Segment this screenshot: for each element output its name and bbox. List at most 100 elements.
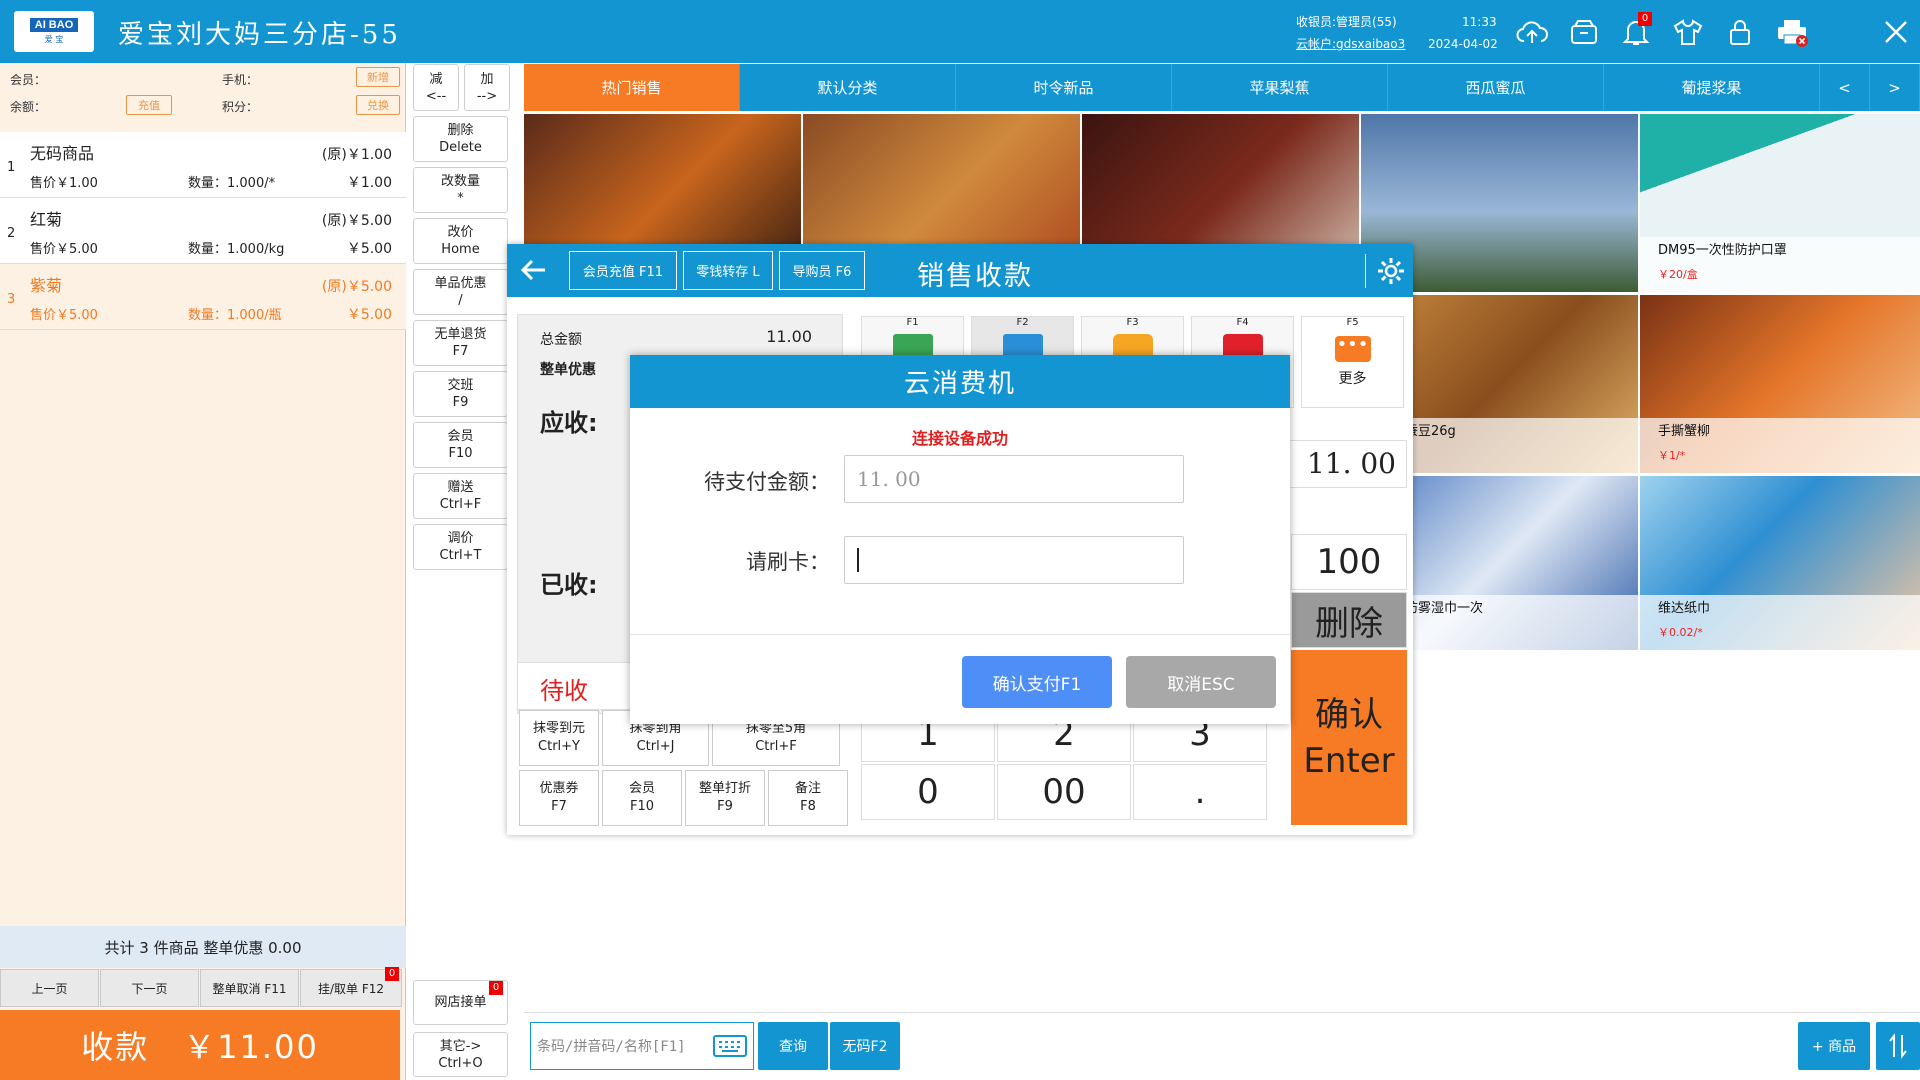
new-member-button[interactable]: 新增 bbox=[356, 67, 400, 87]
add-goods-button[interactable]: + 商品 bbox=[1798, 1022, 1870, 1070]
change-deposit-button[interactable]: 零钱转存 L bbox=[683, 251, 773, 290]
exchange-button[interactable]: 兑换 bbox=[356, 95, 400, 115]
discount-label: 整单优惠 bbox=[540, 362, 596, 378]
item-discount-button[interactable]: 单品优惠 / bbox=[413, 269, 508, 315]
cart-summary: 共计 3 件商品 整单优惠 0.00 bbox=[0, 926, 406, 968]
balance-label: 余额： bbox=[10, 100, 47, 114]
cart-row[interactable]: 2 红菊 (原)￥5.00 售价￥5.00 数量：1.000/kg ￥5.00 bbox=[0, 198, 406, 264]
tab-apple-pear[interactable]: 苹果梨蕉 bbox=[1172, 64, 1388, 111]
tab-prev-icon[interactable]: < bbox=[1820, 64, 1870, 111]
recharge-button[interactable]: 充值 bbox=[126, 95, 172, 115]
decrease-button[interactable]: 减 <-- bbox=[413, 64, 459, 111]
online-orders-button[interactable]: 网店接单 0 bbox=[413, 980, 508, 1025]
connection-status: 连接设备成功 bbox=[911, 429, 1008, 448]
card-input[interactable] bbox=[844, 536, 1184, 584]
no-code-button[interactable]: 无码F2 bbox=[830, 1022, 900, 1070]
sale-member-button[interactable]: 会员 F10 bbox=[602, 770, 682, 826]
gift-button[interactable]: 赠送 Ctrl+F bbox=[413, 473, 508, 519]
pay-more-tile[interactable]: F5 ••• 更多 bbox=[1301, 316, 1404, 408]
confirm-pay-button[interactable]: 确认支付F1 bbox=[962, 656, 1112, 708]
cloud-upload-icon[interactable] bbox=[1514, 14, 1550, 50]
change-price-button[interactable]: 改价 Home bbox=[413, 218, 508, 264]
bell-icon[interactable]: 0 bbox=[1618, 12, 1654, 50]
cashier-label: 收银员:管理员(55) bbox=[1296, 15, 1397, 29]
received-label: 已收: bbox=[540, 571, 598, 599]
key-00[interactable]: 00 bbox=[997, 764, 1131, 820]
amount-due-label: 待支付金额： bbox=[704, 470, 830, 494]
store-title: 爱宝刘大妈三分店-55 bbox=[118, 20, 401, 50]
amount-due-field[interactable]: 11. 00 bbox=[844, 455, 1184, 503]
points-label: 积分： bbox=[222, 100, 259, 114]
coupon-button[interactable]: 优惠券 F7 bbox=[519, 770, 599, 826]
cloud-pay-dialog: 云消费机 连接设备成功 待支付金额： 11. 00 请刷卡： 确认支付F1 取消… bbox=[630, 355, 1290, 724]
lock-icon[interactable] bbox=[1722, 14, 1758, 50]
clock-time: 11:33 bbox=[1462, 15, 1497, 29]
back-arrow-icon[interactable] bbox=[519, 256, 547, 288]
cloud-dialog-title: 云消费机 bbox=[630, 355, 1290, 408]
cancel-esc-button[interactable]: 取消ESC bbox=[1126, 656, 1276, 708]
notification-badge: 0 bbox=[1638, 12, 1652, 26]
keyboard-icon[interactable] bbox=[713, 1035, 747, 1061]
order-discount-button[interactable]: 整单打折 F9 bbox=[685, 770, 765, 826]
aibao-logo: AI BAO 爱 宝 bbox=[14, 11, 94, 52]
tab-hot-sales[interactable]: 热门销售 bbox=[524, 64, 740, 111]
close-icon[interactable] bbox=[1878, 14, 1914, 50]
guide-button[interactable]: 导购员 F6 bbox=[779, 251, 865, 290]
round-yuan-button[interactable]: 抹零到元 Ctrl+Y bbox=[519, 710, 599, 766]
cash-drawer-icon[interactable] bbox=[1566, 14, 1602, 50]
online-count-badge: 0 bbox=[489, 981, 503, 995]
swipe-card-label: 请刷卡： bbox=[746, 550, 830, 574]
change-qty-button[interactable]: 改数量 * bbox=[413, 167, 508, 213]
total-label: 总金额 bbox=[540, 332, 582, 348]
next-page-button[interactable]: 下一页 bbox=[100, 969, 199, 1007]
tab-next-icon[interactable]: > bbox=[1870, 64, 1920, 111]
confirm-enter-button[interactable]: 确认 Enter bbox=[1291, 650, 1407, 825]
product-tile[interactable]: DM95一次性防护口罩 ￥20/盒 bbox=[1640, 114, 1920, 292]
key-dot[interactable]: . bbox=[1133, 764, 1267, 820]
delete-button[interactable]: 删除 Delete bbox=[413, 116, 508, 162]
key-100[interactable]: 100 bbox=[1291, 534, 1407, 590]
member-recharge-button[interactable]: 会员充值 F11 bbox=[569, 251, 677, 290]
tab-grapes[interactable]: 葡提浆果 bbox=[1604, 64, 1820, 111]
dialog-divider bbox=[630, 634, 1290, 635]
other-button[interactable]: 其它-> Ctrl+O bbox=[413, 1032, 508, 1077]
more-icon: ••• bbox=[1334, 336, 1371, 362]
total-value: 11.00 bbox=[766, 327, 812, 346]
hold-order-button[interactable]: 挂/取单 F12 0 bbox=[300, 967, 402, 1007]
shift-button[interactable]: 交班 F9 bbox=[413, 371, 508, 417]
cart-row[interactable]: 1 无码商品 (原)￥1.00 售价￥1.00 数量：1.000/* ￥1.00 bbox=[0, 132, 406, 198]
receivable-label: 应收: bbox=[540, 409, 598, 437]
sale-dialog-title: 销售收款 bbox=[917, 261, 1033, 292]
product-tile[interactable]: 手撕蟹柳 ￥1/* bbox=[1640, 295, 1920, 473]
adjust-price-button[interactable]: 调价 Ctrl+T bbox=[413, 524, 508, 570]
divider bbox=[524, 1012, 1920, 1013]
tab-seasonal[interactable]: 时令新品 bbox=[956, 64, 1172, 111]
printer-icon[interactable] bbox=[1774, 14, 1810, 50]
search-input[interactable]: 条码/拼音码/名称[F1] bbox=[530, 1022, 754, 1070]
key-delete[interactable]: 删除 bbox=[1291, 592, 1407, 648]
title-bar: AI BAO 爱 宝 爱宝刘大妈三分店-55 收银员:管理员(55) 云帐户:g… bbox=[0, 0, 1920, 63]
sort-icon[interactable] bbox=[1876, 1022, 1920, 1070]
cart-row-selected[interactable]: 3 紫菊 (原)￥5.00 售价￥5.00 数量：1.000/瓶 ￥5.00 bbox=[0, 264, 406, 330]
member-button[interactable]: 会员 F10 bbox=[413, 422, 508, 468]
clock-date: 2024-04-02 bbox=[1428, 37, 1498, 51]
settings-gear-icon[interactable] bbox=[1365, 254, 1407, 288]
sale-dialog-header: 会员充值 F11 零钱转存 L 导购员 F6 销售收款 bbox=[507, 244, 1413, 297]
text-cursor bbox=[857, 548, 859, 572]
tab-melon[interactable]: 西瓜蜜瓜 bbox=[1388, 64, 1604, 111]
tshirt-icon[interactable] bbox=[1670, 14, 1706, 50]
prev-page-button[interactable]: 上一页 bbox=[0, 969, 99, 1007]
increase-button[interactable]: 加 --> bbox=[464, 64, 510, 111]
checkout-button[interactable]: 收款 ￥11.00 bbox=[0, 1010, 400, 1080]
more-label: 更多 bbox=[1338, 371, 1367, 387]
query-button[interactable]: 查询 bbox=[758, 1022, 828, 1070]
remark-button[interactable]: 备注 F8 bbox=[768, 770, 848, 826]
cloud-account-link[interactable]: 云帐户:gdsxaibao3 bbox=[1296, 35, 1405, 52]
pending-label: 待收 bbox=[540, 677, 588, 705]
return-button[interactable]: 无单退货 F7 bbox=[413, 320, 508, 366]
tab-default[interactable]: 默认分类 bbox=[740, 64, 956, 111]
key-0[interactable]: 0 bbox=[861, 764, 995, 820]
cancel-order-button[interactable]: 整单取消 F11 bbox=[200, 969, 299, 1007]
product-tile[interactable]: 维达纸巾 ￥0.02/* bbox=[1640, 476, 1920, 650]
hold-count-badge: 0 bbox=[385, 967, 399, 981]
